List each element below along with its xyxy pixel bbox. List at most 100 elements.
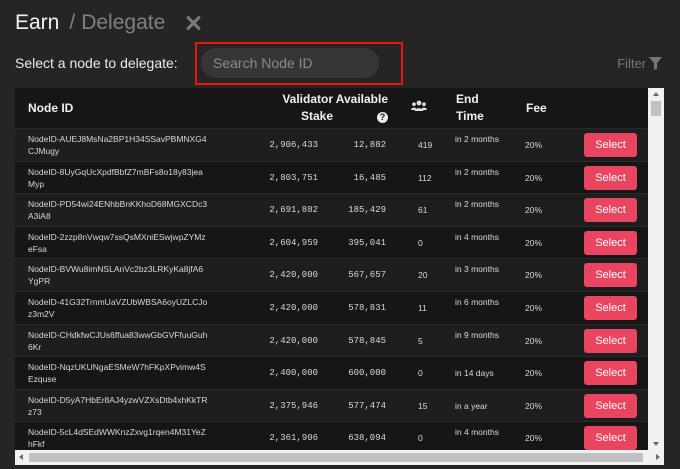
help-icon: ?: [377, 112, 388, 123]
available-cell: 577,474: [348, 400, 386, 411]
column-end-time-line2: Time: [456, 109, 484, 123]
column-validator-stake-line2: Stake: [300, 109, 333, 123]
select-node-button[interactable]: Select: [584, 165, 637, 190]
validator-stake-cell: 2,420,000: [269, 335, 318, 346]
validator-stake-cell: 2,906,433: [269, 140, 318, 150]
column-fee[interactable]: Fee: [526, 100, 547, 117]
scroll-right-arrow-icon[interactable]: [656, 454, 660, 460]
available-cell: 578,845: [348, 335, 386, 346]
fee-cell: 20%: [525, 237, 543, 248]
table-row[interactable]: NodeID-AUEJ8MsNa2BP1H34SSavPBMNXG4CJMugy…: [15, 128, 648, 161]
node-id-cell: NodeID-CHdkfwCJUs6ffua83wwGbGVFfuuGuh6Kr: [28, 329, 208, 352]
node-id-cell: NodeID-5cL4dSEdWWKnzZxvg1rqen4M31YeZhFkf: [28, 427, 206, 450]
available-cell: 12,882: [353, 140, 386, 150]
validator-stake-cell: 2,803,751: [269, 172, 318, 183]
filter-label: Filter: [617, 56, 646, 71]
column-end-time-line1: End: [456, 92, 479, 106]
fee-cell: 20%: [525, 400, 543, 411]
node-id-cell: NodeID-BVWu8imNSLAnVc2bz3LRKyKa8jfA6YgPR: [28, 264, 204, 287]
delegators-cell: 0: [418, 368, 423, 379]
select-node-button[interactable]: Select: [584, 263, 637, 288]
available-cell: 395,041: [348, 237, 386, 248]
delegators-cell: 5: [418, 335, 423, 346]
select-node-button[interactable]: Select: [584, 393, 637, 418]
validator-stake-cell: 2,400,000: [269, 368, 318, 379]
delegators-cell: 20: [418, 270, 428, 281]
select-node-button[interactable]: Select: [584, 133, 637, 157]
vertical-scrollbar[interactable]: [648, 88, 664, 450]
table-row[interactable]: NodeID-BVWu8imNSLAnVc2bz3LRKyKa8jfA6YgPR…: [15, 258, 648, 291]
fee-cell: 20%: [525, 270, 543, 281]
validator-stake-cell: 2,604,959: [269, 237, 318, 248]
validator-stake-cell: 2,361,906: [269, 433, 318, 444]
scroll-left-arrow-icon[interactable]: [19, 454, 23, 460]
node-id-cell: NodeID-AUEJ8MsNa2BP1H34SSavPBMNXG4CJMugy: [28, 134, 207, 156]
breadcrumb-delegate: Delegate: [81, 11, 166, 34]
horizontal-scroll-thumb[interactable]: [29, 453, 643, 462]
delegators-cell: 419: [418, 140, 433, 150]
available-cell: 16,485: [353, 172, 386, 183]
select-node-button[interactable]: Select: [584, 426, 637, 451]
select-node-button[interactable]: Select: [584, 328, 637, 353]
end-time-cell: in 2 months: [455, 199, 499, 210]
column-validator-stake[interactable]: Validator Stake: [255, 91, 333, 125]
table-row[interactable]: NodeID-2zzp8nVwqw7ssQsMXniESwjwpZYMzeFsa…: [15, 225, 648, 259]
page-title: Earn: [15, 11, 60, 34]
close-icon[interactable]: [185, 15, 201, 31]
end-time-cell: in 14 days: [455, 368, 494, 379]
node-id-cell: NodeID-NqzUKUNgaESMeW7hFKpXPvimw4SEzquse: [28, 362, 206, 385]
horizontal-scrollbar[interactable]: [15, 450, 664, 465]
column-validator-stake-line1: Validator: [282, 92, 333, 106]
validator-stake-cell: 2,375,946: [269, 400, 318, 411]
select-node-button[interactable]: Select: [584, 296, 637, 320]
search-input[interactable]: [201, 48, 379, 78]
fee-cell: 20%: [525, 140, 543, 150]
breadcrumb-separator: /: [69, 11, 76, 34]
table-row[interactable]: NodeID-NqzUKUNgaESMeW7hFKpXPvimw4SEzquse…: [15, 356, 648, 389]
node-id-cell: NodeID-41G32TrnmUaVZUbWBSA6oyUZLCJoz3m2V: [28, 297, 208, 319]
table-header: Node ID Validator Stake Available ? End …: [15, 88, 648, 128]
column-delegators[interactable]: [411, 100, 427, 117]
fee-cell: 20%: [525, 303, 543, 313]
delegators-cell: 112: [418, 172, 432, 183]
column-available-label: Available: [335, 92, 388, 106]
end-time-cell: in 4 months: [455, 427, 499, 438]
column-available[interactable]: Available ?: [328, 91, 388, 125]
end-time-cell: in 2 months: [455, 134, 499, 144]
delegators-cell: 11: [418, 303, 427, 313]
table-row[interactable]: NodeID-D5yA7HbEr8AJ4yzwVZXsDtb4xhKkTRz73…: [15, 388, 648, 422]
vertical-scroll-thumb[interactable]: [651, 101, 661, 116]
scroll-down-arrow-icon[interactable]: [653, 442, 659, 446]
validator-stake-cell: 2,420,000: [269, 303, 318, 313]
validator-stake-cell: 2,420,000: [269, 270, 318, 281]
filter-icon: [649, 57, 662, 70]
end-time-cell: in 3 months: [455, 264, 499, 275]
column-end-time[interactable]: End Time: [456, 91, 484, 125]
delegators-cell: 0: [418, 237, 423, 248]
select-node-prompt: Select a node to delegate:: [15, 55, 178, 71]
end-time-cell: in 4 months: [455, 231, 499, 242]
delegators-cell: 61: [418, 205, 428, 216]
column-node-id[interactable]: Node ID: [28, 100, 73, 117]
filter-button[interactable]: Filter: [617, 56, 662, 71]
validator-stake-cell: 2,691,882: [269, 205, 318, 216]
node-id-cell: NodeID-2zzp8nVwqw7ssQsMXniESwjwpZYMzeFsa: [28, 231, 206, 254]
end-time-cell: in 9 months: [455, 329, 499, 340]
table-row[interactable]: NodeID-CHdkfwCJUs6ffua83wwGbGVFfuuGuh6Kr…: [15, 323, 648, 357]
table-row[interactable]: NodeID-41G32TrnmUaVZUbWBSA6oyUZLCJoz3m2V…: [15, 291, 648, 324]
scroll-up-arrow-icon[interactable]: [653, 92, 659, 96]
node-id-cell: NodeID-8UyGqUcXpdfBbfZ7mBFs8o18y83jeaMyp: [28, 166, 203, 189]
delegators-cell: 15: [418, 400, 428, 411]
users-icon: [411, 100, 427, 111]
page-header: Earn / Delegate: [15, 9, 201, 37]
select-node-button[interactable]: Select: [584, 361, 637, 386]
fee-cell: 20%: [525, 335, 543, 346]
node-table: Node ID Validator Stake Available ? End …: [15, 88, 664, 454]
select-node-button[interactable]: Select: [584, 230, 637, 255]
available-cell: 638,094: [348, 433, 386, 444]
fee-cell: 20%: [525, 433, 543, 444]
table-row[interactable]: NodeID-PD54wi24ENhbBnKKhoD68MGXCDc3A3iA8…: [15, 193, 648, 226]
table-row[interactable]: NodeID-8UyGqUcXpdfBbfZ7mBFs8o18y83jeaMyp…: [15, 160, 648, 194]
select-node-button[interactable]: Select: [584, 198, 637, 223]
fee-cell: 20%: [525, 172, 543, 183]
